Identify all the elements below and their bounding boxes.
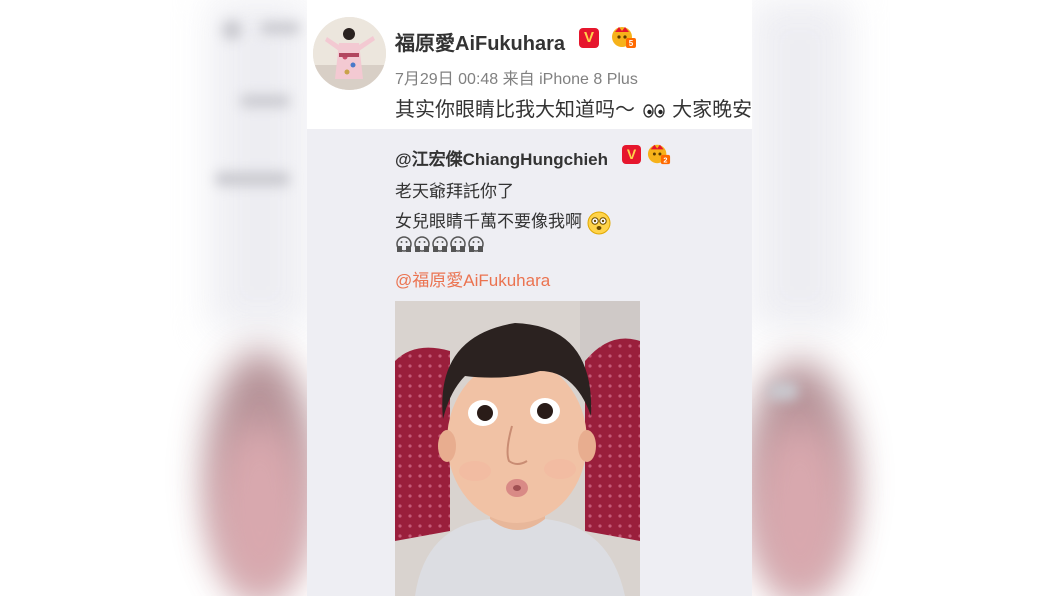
repost-emoji-row xyxy=(395,235,487,258)
dizzy-face-emoji-icon xyxy=(587,211,611,235)
repost-line-2: 女兒眼睛千萬不要像我啊 xyxy=(395,212,582,231)
repost-block: @江宏傑ChiangHungchieh V 2 老天爺拜託你了 女兒眼睛千萬不要… xyxy=(307,129,752,596)
svg-text:2: 2 xyxy=(663,155,667,164)
repost-line-2-wrap: 女兒眼睛千萬不要像我啊 xyxy=(395,207,611,235)
svg-text:5: 5 xyxy=(629,39,634,48)
post-username[interactable]: 福原愛AiFukuhara xyxy=(395,27,565,56)
post-text-main: 其实你眼睛比我大知道吗～ xyxy=(395,99,635,121)
selfie-photo[interactable] xyxy=(395,301,640,596)
repost-mention[interactable]: @福原愛AiFukuhara xyxy=(395,266,550,291)
repost-verified-icon: V xyxy=(622,145,641,164)
eyes-emoji-icon xyxy=(642,104,665,118)
repost-username[interactable]: @江宏傑ChiangHungchieh xyxy=(395,145,608,170)
covering-face-emoji-icon xyxy=(396,236,484,252)
repost-level-icon: 2 xyxy=(647,144,671,164)
post-timestamp[interactable]: 7月29日 00:48 xyxy=(395,71,498,88)
weibo-post: 福原愛AiFukuhara V 5 7月29日 00:48 来自 iPhone … xyxy=(307,0,752,596)
verified-icon: V xyxy=(579,28,599,48)
member-level-icon: 5 xyxy=(612,27,636,48)
avatar[interactable] xyxy=(313,17,386,90)
post-source: 来自 iPhone 8 Plus xyxy=(502,71,638,88)
post-meta: 7月29日 00:48 来自 iPhone 8 Plus xyxy=(395,65,638,89)
post-text-tail: 大家晚安 xyxy=(672,99,753,121)
post-text: 其实你眼睛比我大知道吗～ 大家晚安 xyxy=(395,93,752,122)
repost-line-1: 老天爺拜託你了 xyxy=(395,182,514,201)
